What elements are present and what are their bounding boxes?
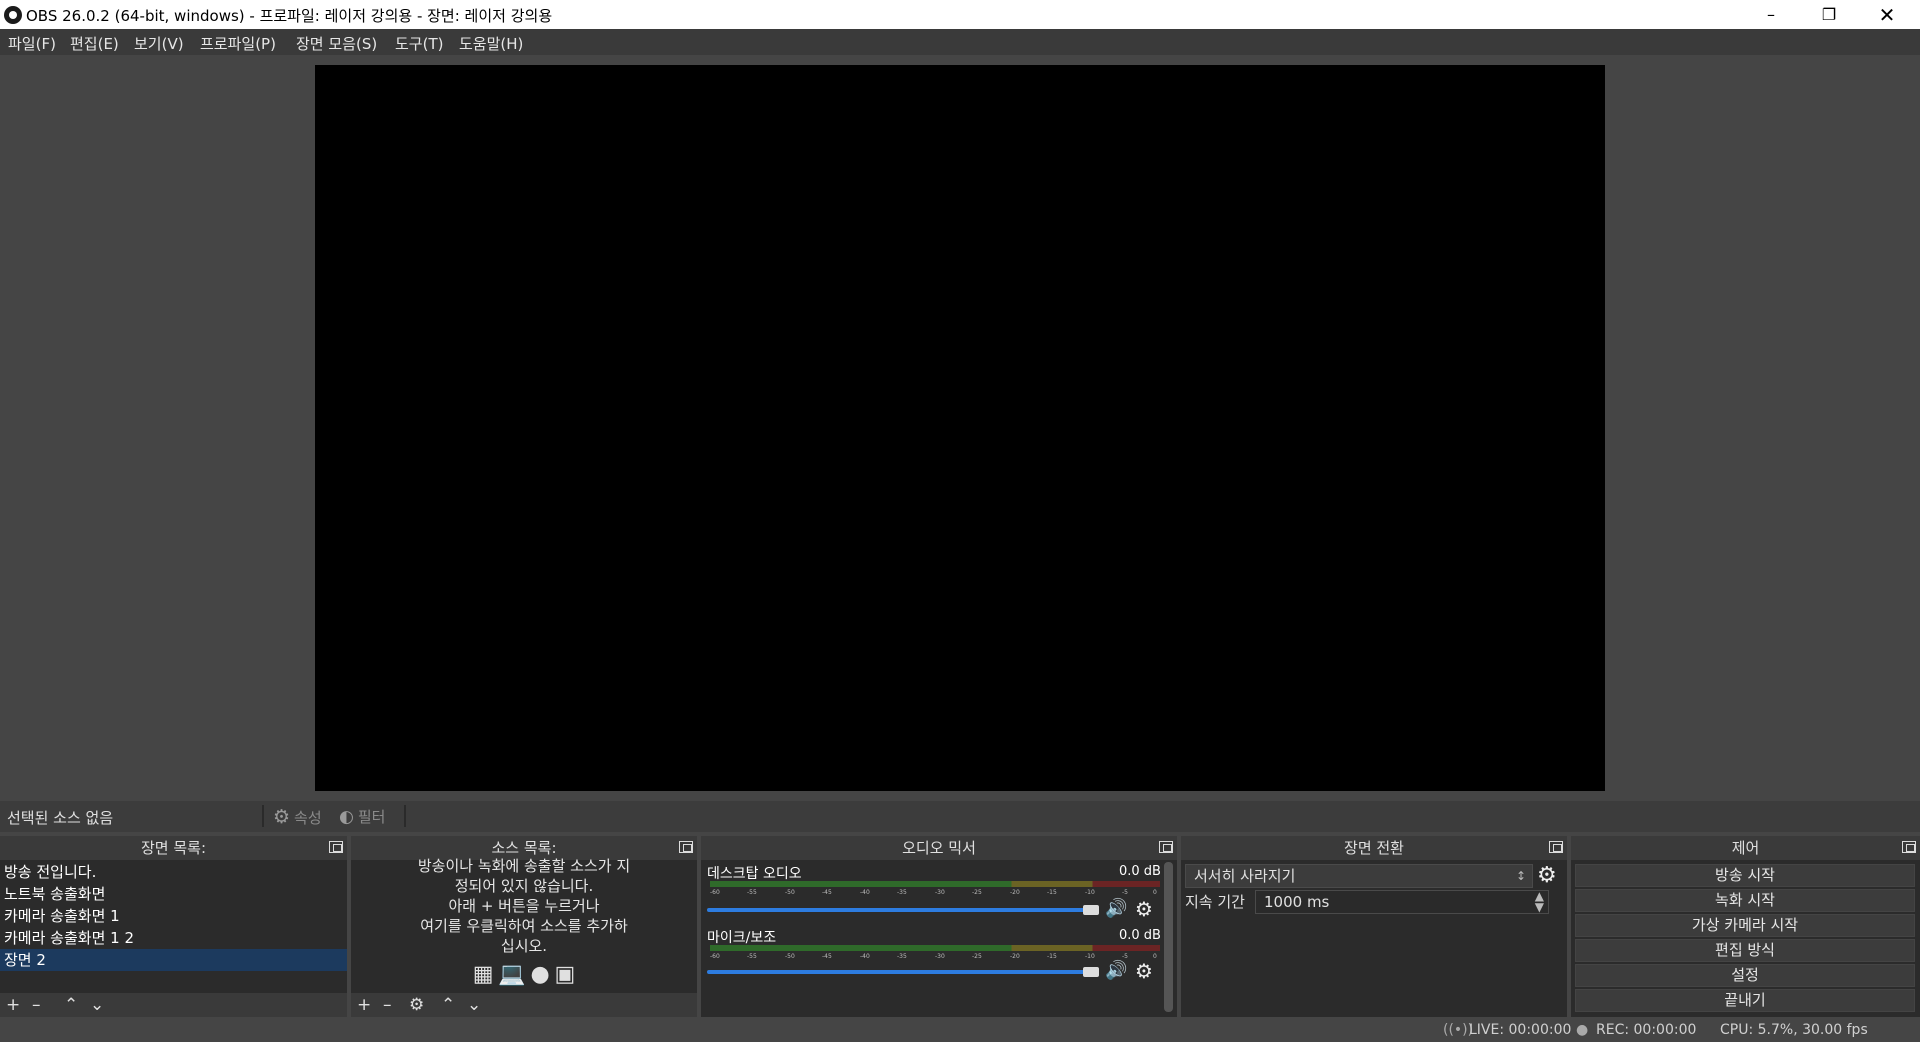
menu-profile[interactable]: 프로파일(P) xyxy=(200,33,276,54)
close-button[interactable]: ✕ xyxy=(1858,0,1916,29)
settings-button[interactable]: 설정 xyxy=(1575,964,1915,987)
scene-item[interactable]: 카메라 송출화면 1 2 xyxy=(0,927,347,949)
no-source-label: 선택된 소스 없음 xyxy=(7,809,114,827)
properties-label: 속성 xyxy=(294,808,322,827)
sources-dock: 소스 목록: 방송이나 녹화에 송출할 소스가 지 정되어 있지 않습니다. 아… xyxy=(351,836,697,1017)
preview-canvas[interactable] xyxy=(315,65,1605,791)
scene-transitions-dock: 장면 전환 서서히 사라지기 ↕ ⚙ 지속 기간 1000 ms ▲ ▼ xyxy=(1181,836,1567,1017)
studio-mode-button[interactable]: 편집 방식 xyxy=(1575,939,1915,962)
record-dot-icon: ● xyxy=(1576,1022,1589,1038)
menu-help[interactable]: 도움말(H) xyxy=(459,33,523,54)
mixer-channel-name: 마이크/보조 xyxy=(707,930,777,946)
volume-meter xyxy=(710,881,1160,887)
menu-edit[interactable]: 편집(E) xyxy=(70,33,119,54)
menu-view[interactable]: 보기(V) xyxy=(134,33,184,54)
start-streaming-button[interactable]: 방송 시작 xyxy=(1575,864,1915,887)
scenes-toolbar: + – ⌃ ⌄ xyxy=(0,993,347,1017)
move-up-icon[interactable]: ⌃ xyxy=(441,995,455,1015)
scenes-dock-title: 장면 목록: xyxy=(0,836,347,860)
gear-icon[interactable]: ⚙ xyxy=(1135,897,1153,921)
gear-icon[interactable]: ⚙ xyxy=(1135,959,1153,983)
mixer-channel-db: 0.0 dB xyxy=(1119,864,1161,879)
undock-icon[interactable] xyxy=(1159,841,1173,853)
sources-toolbar: + – ⚙ ⌃ ⌄ xyxy=(351,993,697,1017)
rec-timer: REC: 00:00:00 xyxy=(1596,1022,1697,1038)
start-recording-button[interactable]: 녹화 시작 xyxy=(1575,889,1915,912)
scene-item[interactable]: 카메라 송출화면 1 xyxy=(0,905,347,927)
transitions-dock-title: 장면 전환 xyxy=(1181,836,1567,860)
mixer-channel-name: 데스크탑 오디오 xyxy=(707,866,802,882)
speaker-icon[interactable]: 🔊 xyxy=(1105,898,1127,919)
remove-source-icon[interactable]: – xyxy=(383,995,392,1015)
menu-tools[interactable]: 도구(T) xyxy=(395,33,443,54)
camera-icon: ▣ xyxy=(554,962,576,987)
filter-icon: ◐ xyxy=(339,806,354,827)
volume-slider[interactable] xyxy=(707,970,1097,974)
meter-scale: -60 -55 -50 -45 -40 -35 -30 -25 -20 -15 … xyxy=(710,953,1157,960)
controls-dock: 제어 방송 시작 녹화 시작 가상 카메라 시작 편집 방식 설정 끝내기 xyxy=(1571,836,1920,1017)
source-context-bar: 선택된 소스 없음 ⚙ 속성 ◐ 필터 xyxy=(0,801,1920,832)
undock-icon[interactable] xyxy=(1902,841,1916,853)
mixer-dock-title: 오디오 믹서 xyxy=(701,836,1177,860)
undock-icon[interactable] xyxy=(1549,841,1563,853)
gear-icon[interactable]: ⚙ xyxy=(1537,863,1557,888)
filters-button[interactable]: ◐ 필터 xyxy=(339,806,385,827)
spinner-icon[interactable]: ▲ ▼ xyxy=(1535,890,1544,913)
controls-dock-title: 제어 xyxy=(1571,836,1920,860)
move-up-icon[interactable]: ⌃ xyxy=(64,995,78,1015)
volume-slider[interactable] xyxy=(707,908,1097,912)
title-bar: OBS 26.0.2 (64-bit, windows) - 프로파일: 레이저… xyxy=(0,0,1920,29)
window-title: OBS 26.0.2 (64-bit, windows) - 프로파일: 레이저… xyxy=(26,7,553,25)
menu-file[interactable]: 파일(F) xyxy=(8,33,56,54)
filters-label: 필터 xyxy=(357,808,386,826)
status-bar: ((•)) LIVE: 00:00:00 ● REC: 00:00:00 CPU… xyxy=(0,1017,1920,1042)
source-type-icons: ▦ 💻 ● ▣ xyxy=(351,962,697,987)
meter-scale: -60 -55 -50 -45 -40 -35 -30 -25 -20 -15 … xyxy=(710,889,1157,896)
updown-arrow-icon: ↕ xyxy=(1515,869,1526,883)
gear-icon[interactable]: ⚙ xyxy=(409,995,424,1015)
obs-logo-icon xyxy=(4,6,22,24)
undock-icon[interactable] xyxy=(329,841,343,853)
restore-button[interactable]: ❐ xyxy=(1800,0,1858,29)
volume-meter xyxy=(710,945,1160,951)
menu-scene-collection[interactable]: 장면 모음(S) xyxy=(296,33,377,54)
remove-scene-icon[interactable]: – xyxy=(32,995,41,1015)
scenes-dock: 장면 목록: 방송 전입니다. 노트북 송출화면 카메라 송출화면 1 카메라 … xyxy=(0,836,347,1017)
cpu-fps-readout: CPU: 5.7%, 30.00 fps xyxy=(1720,1022,1868,1038)
image-icon: ▦ xyxy=(472,962,494,987)
properties-button[interactable]: ⚙ 속성 xyxy=(273,806,322,828)
scene-item[interactable]: 방송 전입니다. xyxy=(0,861,347,883)
volume-slider-handle[interactable] xyxy=(1083,905,1099,915)
mixer-scrollbar[interactable] xyxy=(1164,862,1173,1012)
live-timer: LIVE: 00:00:00 xyxy=(1469,1022,1572,1038)
speaker-icon[interactable]: 🔊 xyxy=(1105,960,1127,981)
mixer-channel-db: 0.0 dB xyxy=(1119,928,1161,943)
gear-icon: ⚙ xyxy=(273,806,291,828)
start-virtual-camera-button[interactable]: 가상 카메라 시작 xyxy=(1575,914,1915,937)
add-scene-icon[interactable]: + xyxy=(6,995,20,1015)
divider xyxy=(262,805,264,827)
move-down-icon[interactable]: ⌄ xyxy=(467,995,481,1015)
display-icon: 💻 xyxy=(498,962,526,987)
transition-select[interactable]: 서서히 사라지기 ↕ xyxy=(1185,864,1533,888)
audio-mixer-dock: 오디오 믹서 데스크탑 오디오 0.0 dB -60 -55 -50 -45 -… xyxy=(701,836,1177,1017)
divider xyxy=(404,805,406,827)
menu-bar: 파일(F) 편집(E) 보기(V) 프로파일(P) 장면 모음(S) 도구(T)… xyxy=(0,29,1920,55)
undock-icon[interactable] xyxy=(679,841,693,853)
volume-slider-handle[interactable] xyxy=(1083,967,1099,977)
scene-item-selected[interactable]: 장면 2 xyxy=(0,949,347,971)
duration-input[interactable]: 1000 ms ▲ ▼ xyxy=(1255,890,1549,914)
duration-label: 지속 기간 xyxy=(1185,893,1245,911)
empty-sources-message[interactable]: 방송이나 녹화에 송출할 소스가 지 정되어 있지 않습니다. 아래 + 버튼을… xyxy=(351,856,697,956)
exit-button[interactable]: 끝내기 xyxy=(1575,989,1915,1012)
add-source-icon[interactable]: + xyxy=(357,995,371,1015)
scene-item[interactable]: 노트북 송출화면 xyxy=(0,883,347,905)
minimize-button[interactable]: – xyxy=(1742,0,1800,29)
browser-icon: ● xyxy=(530,962,550,987)
move-down-icon[interactable]: ⌄ xyxy=(90,995,104,1015)
